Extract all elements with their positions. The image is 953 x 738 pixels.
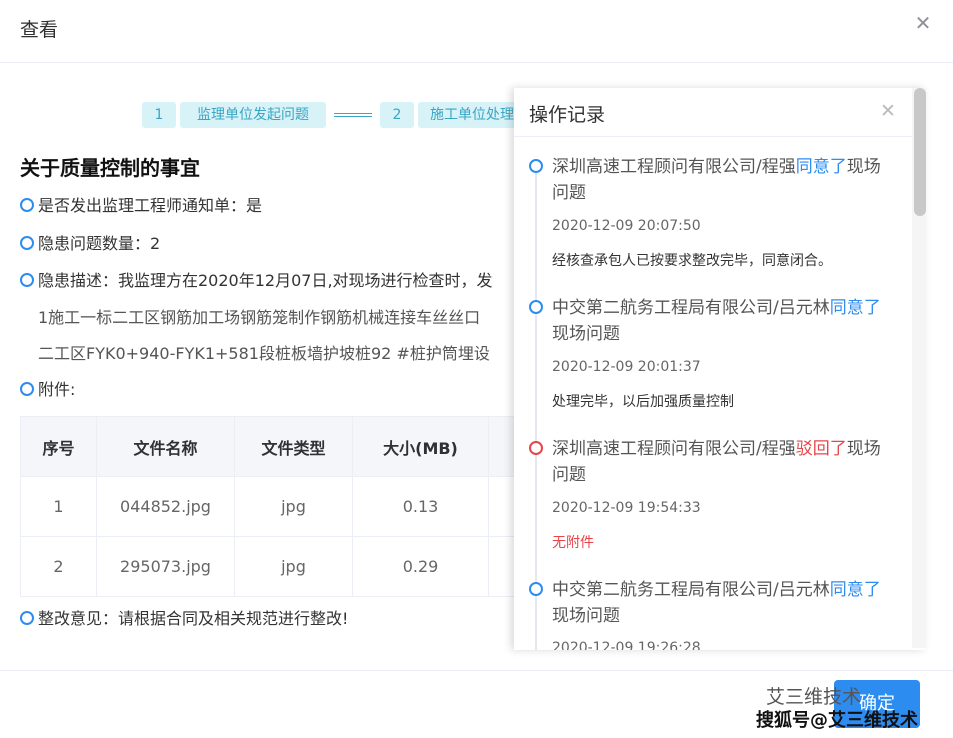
action-approved: 同意了 — [795, 157, 847, 177]
timeline-dot-icon — [529, 300, 543, 314]
step-1-number: 1 — [142, 102, 176, 128]
record-divider — [514, 136, 914, 137]
timeline-note: 无附件 — [552, 535, 594, 551]
record-close-icon[interactable]: ✕ — [880, 100, 896, 122]
notice-text: 是否发出监理工程师通知单：是 — [38, 196, 263, 215]
cell-action — [488, 476, 515, 537]
action-approved: 同意了 — [829, 580, 881, 600]
col-header — [488, 416, 515, 477]
cell-type: jpg — [234, 536, 353, 597]
attach-label: 附件: — [38, 380, 76, 399]
timeline-axis — [535, 170, 537, 650]
notice-row: 是否发出监理工程师通知单：是 — [20, 192, 262, 216]
issue-title: 关于质量控制的事宜 — [20, 156, 200, 180]
scrollbar-thumb[interactable] — [914, 88, 926, 216]
timeline-dot-icon — [529, 159, 543, 173]
action-approved: 同意了 — [829, 298, 881, 318]
opinion-row: 整改意见：请根据合同及相关规范进行整改! — [20, 605, 348, 629]
actor: 中交第二航务工程局有限公司/吕元林 — [552, 580, 830, 600]
count-text: 隐患问题数量：2 — [38, 234, 161, 253]
table-row[interactable]: 1 044852.jpg jpg 0.13 — [20, 476, 515, 537]
cell-action — [488, 536, 515, 597]
desc-line-3: 二工区FYK0+940-FYK1+581段桩板墙护坡桩92 #桩护筒埋设 — [38, 344, 490, 363]
timeline-time: 2020-12-09 19:26:28 — [552, 640, 701, 650]
count-row: 隐患问题数量：2 — [20, 230, 160, 254]
desc-row: 隐患描述：我监理方在2020年12月07日,对现场进行检查时，发 — [20, 267, 493, 291]
attach-row: 附件: — [20, 376, 75, 400]
desc-line-2: 1施工一标二工区钢筋加工场钢筋笼制作钢筋机械连接车丝丝口 — [38, 308, 481, 327]
watermark-top: 艾三维技术 — [766, 686, 862, 708]
action-target: 现场 — [846, 439, 881, 459]
header-divider — [0, 62, 953, 63]
attachment-table: 序号 文件名称 文件类型 大小(MB) 1 044852.jpg jpg 0.1… — [20, 416, 515, 597]
action-target: 现场问题 — [552, 324, 620, 344]
cell-filename[interactable]: 044852.jpg — [96, 476, 235, 537]
watermark-bottom: 搜狐号@艾三维技术 — [756, 710, 918, 731]
cell-index: 2 — [20, 536, 97, 597]
action-target: 现场问题 — [552, 606, 620, 626]
timeline-note: 处理完毕，以后加强质量控制 — [552, 394, 734, 410]
timeline-item-text: 中交第二航务工程局有限公司/吕元林同意了现场问题 — [552, 295, 902, 347]
footer-divider — [0, 670, 953, 671]
action-rejected: 驳回了 — [795, 439, 847, 459]
circle-bullet-icon — [20, 611, 34, 625]
step-1-label: 监理单位发起问题 — [180, 102, 326, 128]
actor: 中交第二航务工程局有限公司/吕元林 — [552, 298, 830, 318]
timeline-time: 2020-12-09 20:07:50 — [552, 218, 701, 234]
table-header-row: 序号 文件名称 文件类型 大小(MB) — [20, 416, 515, 477]
record-title: 操作记录 — [529, 104, 606, 126]
close-icon[interactable]: ✕ — [912, 12, 934, 34]
opinion-text: 整改意见：请根据合同及相关规范进行整改! — [38, 609, 349, 628]
timeline-time: 2020-12-09 20:01:37 — [552, 359, 701, 375]
cell-filename[interactable]: 295073.jpg — [96, 536, 235, 597]
timeline-item-text: 深圳高速工程顾问有限公司/程强驳回了现场问题 — [552, 436, 902, 488]
timeline-time: 2020-12-09 19:54:33 — [552, 500, 701, 516]
timeline-item-text: 中交第二航务工程局有限公司/吕元林同意了现场问题 — [552, 577, 902, 629]
col-header: 序号 — [20, 416, 97, 477]
step-2-number: 2 — [380, 102, 414, 128]
circle-bullet-icon — [20, 198, 34, 212]
view-dialog: 查看 ✕ 1 监理单位发起问题 2 施工单位处理 关于质量控制的事宜 是否发出监… — [0, 0, 953, 738]
actor: 深圳高速工程顾问有限公司/程强 — [552, 439, 796, 459]
step-connector — [334, 113, 372, 117]
action-target: 现场 — [846, 157, 881, 177]
col-header: 文件类型 — [234, 416, 353, 477]
timeline-dot-icon — [529, 441, 543, 455]
cell-type: jpg — [234, 476, 353, 537]
timeline-note: 经核查承包人已按要求整改完毕，同意闭合。 — [552, 253, 832, 269]
col-header: 文件名称 — [96, 416, 235, 477]
action-target: 问题 — [552, 183, 586, 203]
desc-text: 隐患描述：我监理方在2020年12月07日,对现场进行检查时，发 — [38, 271, 493, 290]
col-header: 大小(MB) — [352, 416, 489, 477]
actor: 深圳高速工程顾问有限公司/程强 — [552, 157, 796, 177]
cell-size: 0.13 — [352, 476, 489, 537]
timeline-dot-icon — [529, 582, 543, 596]
cell-size: 0.29 — [352, 536, 489, 597]
cell-index: 1 — [20, 476, 97, 537]
dialog-title: 查看 — [20, 19, 59, 41]
circle-bullet-icon — [20, 382, 34, 396]
timeline-item-text: 深圳高速工程顾问有限公司/程强同意了现场问题 — [552, 154, 902, 206]
table-row[interactable]: 2 295073.jpg jpg 0.29 — [20, 536, 515, 597]
circle-bullet-icon — [20, 236, 34, 250]
operation-record-panel: 操作记录 ✕ 深圳高速工程顾问有限公司/程强同意了现场 问题 2020-12-09… — [514, 88, 926, 650]
action-target: 问题 — [552, 465, 586, 485]
circle-bullet-icon — [20, 273, 34, 287]
